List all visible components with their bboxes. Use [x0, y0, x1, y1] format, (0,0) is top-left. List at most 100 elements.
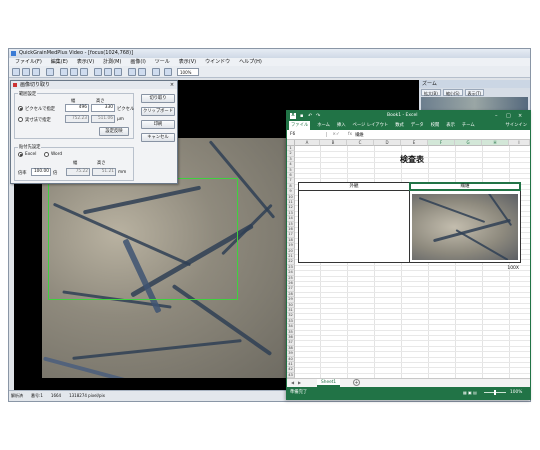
status-state: 解析済 — [11, 393, 23, 398]
dialog-title-bar: 画像切り取り × — [11, 81, 177, 89]
filter-icon[interactable] — [114, 68, 122, 76]
close-icon[interactable]: × — [518, 111, 522, 121]
menu-edit[interactable]: 編集(E) — [51, 58, 68, 66]
header-fiber[interactable]: 繊維 — [409, 182, 521, 191]
column-header[interactable]: G — [455, 140, 482, 146]
zoom-select[interactable]: 100% — [177, 68, 199, 76]
out-width-input[interactable]: 75.22 — [66, 168, 90, 176]
pasted-image[interactable] — [412, 194, 518, 260]
status-number: 番号:1 — [31, 393, 43, 398]
mm-unit: mm — [118, 170, 127, 175]
column-header[interactable]: I — [509, 140, 530, 146]
menu-file[interactable]: ファイル(F) — [15, 58, 42, 66]
column-header[interactable]: F — [428, 140, 455, 146]
column-header[interactable]: A — [295, 140, 320, 146]
pixel-height-input[interactable]: 330 — [91, 104, 115, 112]
formula-icons: ×✓ — [332, 132, 340, 137]
clipboard-button[interactable]: クリップボード — [141, 107, 175, 116]
tab-data[interactable]: データ — [411, 121, 424, 130]
pixel-unit: ピクセル — [117, 107, 135, 112]
apply-settings-button[interactable]: 設定反映 — [99, 127, 129, 136]
tab-file[interactable]: ファイル — [289, 121, 311, 130]
header-appearance[interactable]: 外観 — [298, 182, 410, 191]
close-icon[interactable]: × — [169, 82, 175, 88]
view-icons[interactable]: ▦ ▣ ▤ — [463, 387, 477, 399]
trim-button[interactable]: 切り取り — [141, 94, 175, 103]
next-sheet-icon[interactable]: ▶ — [298, 380, 301, 385]
menu-display[interactable]: 表示(V) — [179, 58, 196, 66]
sheet-tab[interactable]: Sheet1 — [317, 379, 341, 387]
out-height-input[interactable]: 51.21 — [92, 168, 116, 176]
rotate-icon[interactable] — [104, 68, 112, 76]
print-button[interactable]: 印刷 — [141, 120, 175, 129]
maximize-icon[interactable]: □ — [506, 111, 511, 121]
excel-title-bar: X ▪ ↶ ↷ Book1 - Excel – □ × — [287, 111, 530, 121]
zoom-tab-enlarge[interactable]: 拡大(B) — [421, 89, 441, 96]
column-header[interactable]: B — [320, 140, 347, 146]
print-icon[interactable] — [32, 68, 40, 76]
formula-input[interactable]: 繊維 — [355, 132, 364, 138]
camera-icon[interactable] — [46, 68, 54, 76]
add-sheet-icon[interactable]: + — [353, 379, 360, 386]
tab-page-layout[interactable]: ページ レイアウト — [353, 121, 389, 130]
dialog-title: 画像切り取り — [20, 82, 51, 88]
column-header[interactable]: E — [401, 140, 428, 146]
settings-icon[interactable] — [128, 68, 136, 76]
minimize-icon[interactable]: – — [495, 111, 498, 121]
save-icon[interactable]: ▪ — [300, 111, 303, 121]
pixel-radio[interactable] — [18, 106, 23, 111]
menu-help[interactable]: ヘルプ(H) — [239, 58, 262, 66]
excel-radio[interactable] — [18, 152, 23, 157]
undo-icon[interactable]: ↶ — [308, 111, 312, 121]
appearance-cell[interactable] — [298, 191, 410, 263]
excel-ribbon-tabs: ファイル ホーム 挿入 ページ レイアウト 数式 データ 校閲 表示 チーム サ… — [287, 121, 530, 130]
real-height-input[interactable]: 511.06 — [91, 115, 115, 123]
word-radio[interactable] — [44, 152, 49, 157]
tab-team[interactable]: チーム — [462, 121, 475, 130]
menu-measure[interactable]: 計測(M) — [103, 58, 121, 66]
real-size-radio[interactable] — [18, 117, 23, 122]
um-unit: μm — [117, 117, 124, 122]
tab-review[interactable]: 校閲 — [431, 121, 440, 130]
range-group-label: 範囲設定 — [18, 91, 38, 97]
column-header[interactable]: H — [482, 140, 509, 146]
zoom-slider-handle[interactable] — [494, 390, 496, 395]
column-header[interactable]: C — [347, 140, 374, 146]
menu-tools[interactable]: ツール — [155, 58, 170, 66]
measure-icon[interactable] — [70, 68, 78, 76]
ratio-input[interactable]: 100.00 — [31, 168, 51, 176]
ratio-label: 倍率 — [18, 171, 27, 176]
function-icon[interactable]: fx — [345, 132, 355, 137]
excel-window: X ▪ ↶ ↷ Book1 - Excel – □ × ファイル ホーム 挿入 … — [286, 110, 531, 400]
magnifier-icon[interactable] — [164, 68, 172, 76]
status-value: 1664 — [50, 393, 62, 398]
tab-home[interactable]: ホーム — [317, 121, 330, 130]
zoom-tab-shrink[interactable]: 縮小(S) — [442, 89, 463, 96]
crop-icon[interactable] — [94, 68, 102, 76]
name-box[interactable]: F6 — [287, 132, 327, 137]
zoom-tab-display[interactable]: 表示(T) — [464, 89, 485, 96]
real-width-input[interactable]: 752.23 — [65, 115, 89, 123]
open-icon[interactable] — [12, 68, 20, 76]
excel-title: Book1 - Excel — [387, 113, 418, 118]
pixel-width-input[interactable]: 496 — [65, 104, 89, 112]
redo-icon[interactable]: ↷ — [316, 111, 320, 121]
tab-view[interactable]: 表示 — [446, 121, 455, 130]
grid-icon[interactable] — [80, 68, 88, 76]
signin-link[interactable]: サインイン — [506, 121, 530, 130]
sheet-title: 検査表 — [400, 155, 424, 164]
menu-view[interactable]: 表示(V) — [77, 58, 94, 66]
help-icon[interactable] — [152, 68, 160, 76]
spreadsheet-grid[interactable]: A B C D E F G H I 1 2 3 4 5 6 7 8 9 10 11 12 13 14 15 1… — [287, 140, 530, 378]
column-header[interactable]: D — [374, 140, 401, 146]
zoom-icon[interactable] — [60, 68, 68, 76]
prev-sheet-icon[interactable]: ◀ — [291, 380, 294, 385]
tab-formulas[interactable]: 数式 — [395, 121, 404, 130]
menu-window[interactable]: ウインドウ — [205, 58, 230, 66]
crop-selection-rectangle[interactable] — [48, 178, 238, 300]
tab-insert[interactable]: 挿入 — [337, 121, 346, 130]
export-icon[interactable] — [138, 68, 146, 76]
menu-image[interactable]: 画像(I) — [130, 58, 145, 66]
save-icon[interactable] — [22, 68, 30, 76]
cancel-button[interactable]: キャンセル — [141, 133, 175, 142]
